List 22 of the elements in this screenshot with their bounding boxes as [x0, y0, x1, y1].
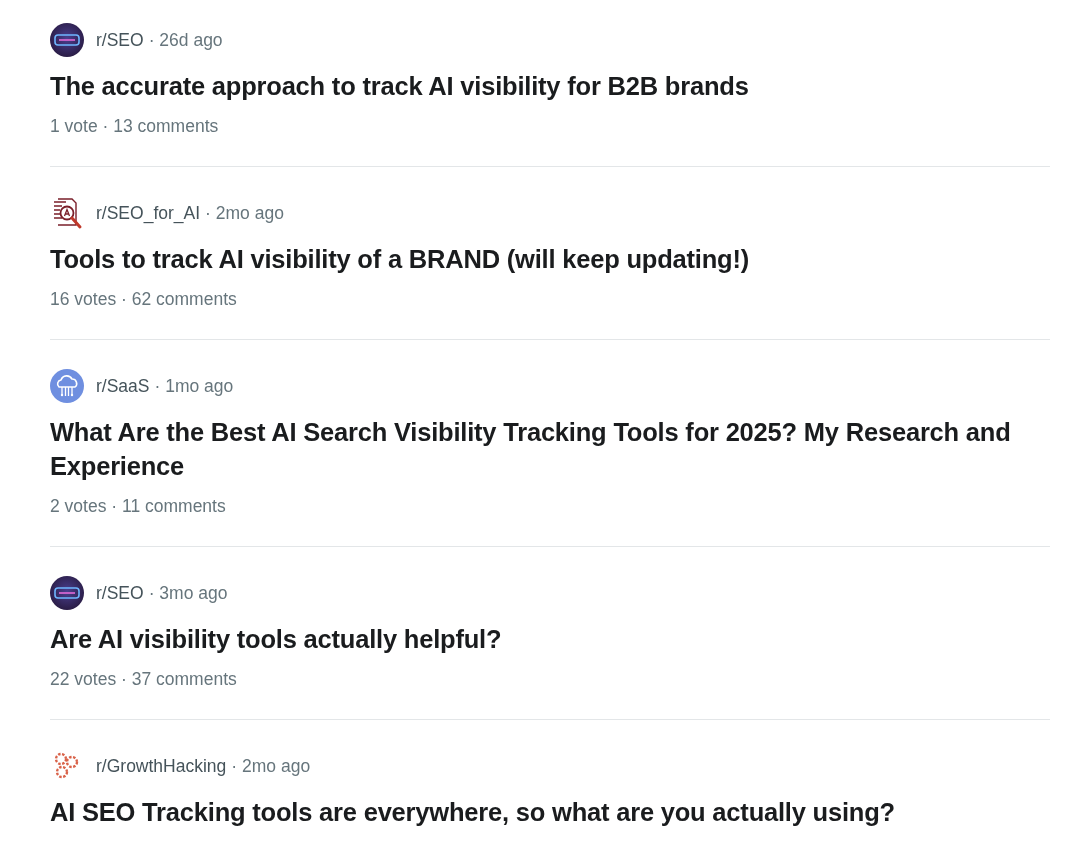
post-time: · 2mo ago	[205, 201, 284, 225]
post-time: · 1mo ago	[154, 374, 234, 398]
community-link[interactable]: r/GrowthHacking	[96, 752, 227, 780]
post-title[interactable]: The accurate approach to track AI visibility for B2B brands	[50, 69, 1050, 103]
community-link[interactable]: r/SEO	[96, 26, 144, 54]
post-title[interactable]: Tools to track AI visibility of a BRAND (will keep updating!)	[50, 242, 1050, 276]
cloud-icon	[50, 369, 84, 403]
post-title[interactable]: Are AI visibility tools actually helpful?	[50, 622, 1050, 656]
post-stats: 16 votes · 62 comments	[50, 288, 237, 311]
post-title[interactable]: What Are the Best AI Search Visibility Tracking Tools for 2025? My Research and Experience	[50, 415, 1050, 483]
post-time: · 26d ago	[148, 28, 223, 52]
community-avatar-icon	[50, 23, 84, 57]
community-avatar-icon	[50, 576, 84, 610]
community-link[interactable]: r/SaaS	[96, 372, 150, 400]
community-link[interactable]: r/SEO_for_AI	[96, 199, 201, 227]
post-title[interactable]: AI SEO Tracking tools are everywhere, so what are you actually using?	[50, 795, 1050, 829]
post-stats: 1 vote · 13 comments	[50, 115, 219, 138]
post-time: · 2mo ago	[231, 754, 311, 778]
post-stats: 2 votes · 11 comments	[50, 495, 226, 518]
community-link[interactable]: r/SEO	[96, 579, 144, 607]
post-stats: 22 votes · 37 comments	[50, 668, 237, 691]
post-time: · 3mo ago	[148, 581, 228, 605]
